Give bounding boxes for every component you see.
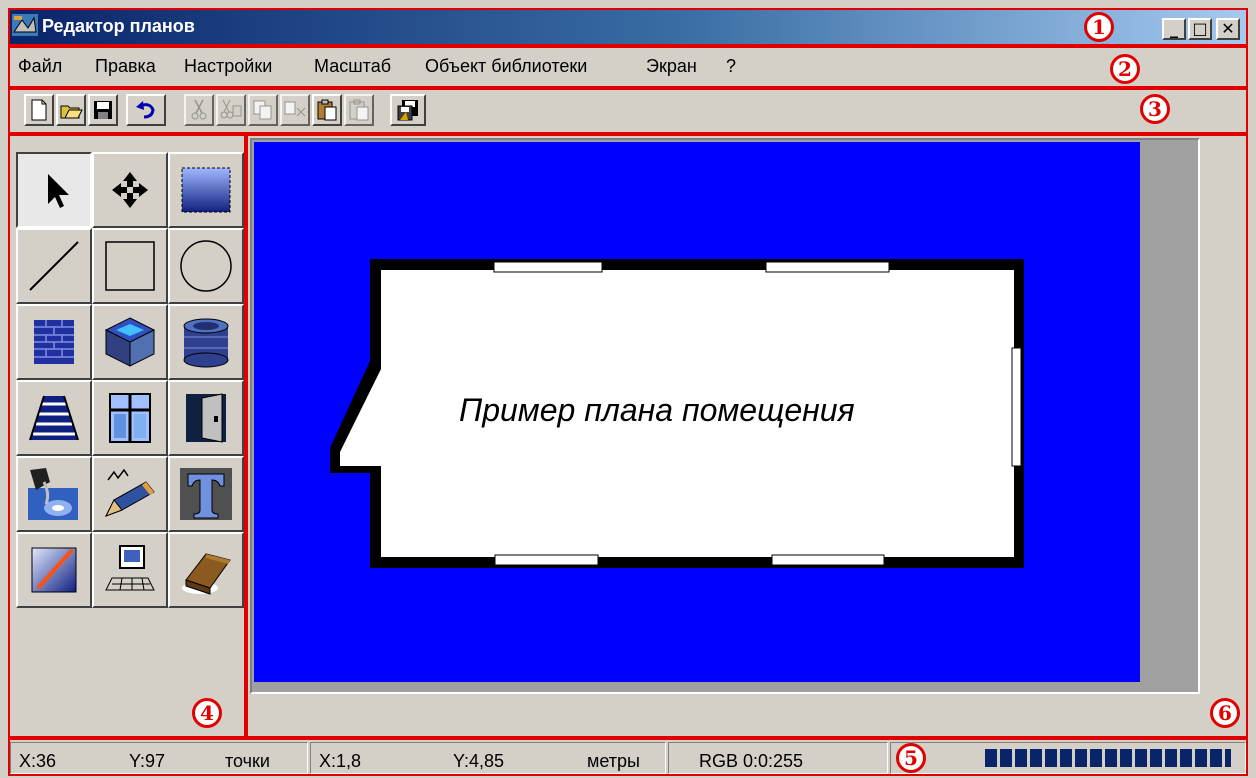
move-arrows-icon — [112, 172, 148, 208]
fill-tool-button[interactable] — [168, 152, 244, 228]
pencil-tool-button[interactable] — [92, 456, 168, 532]
copy-special-button[interactable] — [280, 94, 310, 126]
select-arrow-icon — [48, 174, 69, 208]
rectangle-tool-button[interactable] — [92, 228, 168, 304]
color-gradient-icon — [31, 547, 77, 593]
open-button[interactable] — [56, 94, 86, 126]
wall-cylinder-icon — [183, 318, 229, 368]
annotation-marker-2: 2 — [1110, 54, 1140, 84]
paint-bucket-icon — [28, 468, 78, 520]
paste-button[interactable] — [312, 94, 342, 126]
brick-wall-icon — [34, 320, 74, 364]
toolbar — [8, 88, 1248, 132]
cut-special-icon — [220, 99, 242, 119]
line-tool-icon — [29, 241, 79, 291]
paste-special-icon — [349, 99, 369, 121]
wall-box-icon — [104, 317, 156, 367]
menu-settings[interactable]: Настройки — [184, 56, 272, 77]
annotation-marker-3: 3 — [1140, 94, 1170, 124]
text-tool-button[interactable] — [168, 456, 244, 532]
title-bar[interactable]: Редактор планов _ □ ✕ — [8, 8, 1248, 44]
cut-button[interactable] — [184, 94, 214, 126]
object-tool-button[interactable] — [92, 532, 168, 608]
computer-object-icon — [105, 545, 155, 591]
color-tool-button[interactable] — [16, 532, 92, 608]
maximize-icon: □ — [1192, 19, 1208, 38]
open-folder-icon — [60, 105, 83, 119]
status-meter-x: X:1,8 — [319, 751, 362, 771]
status-pixel-unit: точки — [225, 751, 270, 771]
minimize-button[interactable]: _ — [1162, 18, 1186, 40]
save-as-library-button[interactable] — [390, 94, 426, 126]
close-icon: ✕ — [1221, 19, 1235, 38]
annotation-marker-1: 1 — [1084, 12, 1114, 42]
wall-tool-button[interactable] — [16, 304, 92, 380]
minimize-icon: _ — [1170, 19, 1178, 38]
app-icon — [12, 14, 38, 36]
rectangle-tool-icon — [105, 241, 155, 291]
column-tool-button[interactable] — [92, 304, 168, 380]
door-tool-button[interactable] — [168, 380, 244, 456]
status-rgb: RGB 0:0:255 — [699, 751, 804, 771]
save-disk-icon — [94, 101, 112, 119]
menu-file[interactable]: Файл — [18, 56, 62, 77]
select-tool-button[interactable] — [16, 152, 92, 228]
tool-palette — [8, 134, 246, 738]
maximize-button[interactable]: □ — [1188, 18, 1212, 40]
round-column-tool-button[interactable] — [168, 304, 244, 380]
annotation-marker-6: 6 — [1210, 698, 1240, 728]
stairs-icon — [29, 395, 79, 441]
text-tool-icon — [180, 468, 232, 520]
pencil-icon — [104, 468, 155, 517]
status-bar: X:36 Y:97 точки X:1,8 Y:4,85 метры RGB 0… — [8, 740, 1248, 776]
paste-icon — [317, 99, 337, 121]
undo-button[interactable] — [126, 94, 166, 126]
copy-special-icon — [284, 101, 306, 117]
fill-gradient-icon — [181, 167, 231, 213]
drawing-canvas[interactable]: Пример плана помещения — [254, 142, 1140, 682]
cut-special-button[interactable] — [216, 94, 246, 126]
status-pixel-panel: X:36 Y:97 точки — [10, 742, 308, 774]
status-pixel-x: X:36 — [19, 751, 57, 771]
paste-special-button[interactable] — [344, 94, 374, 126]
door-icon — [186, 393, 226, 443]
menu-scale[interactable]: Масштаб — [314, 56, 391, 77]
status-meter-panel: X:1,8 Y:4,85 метры — [310, 742, 666, 774]
circle-tool-button[interactable] — [168, 228, 244, 304]
progress-fill — [985, 749, 1231, 767]
paint-tool-button[interactable] — [16, 456, 92, 532]
status-progress-panel — [890, 742, 1246, 774]
status-meter-y: Y:4,85 — [453, 751, 505, 771]
annotation-marker-5: 5 — [896, 743, 926, 773]
room-label: Пример плана помещения — [459, 392, 855, 428]
line-tool-button[interactable] — [16, 228, 92, 304]
new-document-button[interactable] — [24, 94, 54, 126]
save-button[interactable] — [88, 94, 118, 126]
status-pixel-y: Y:97 — [129, 751, 166, 771]
window-tool-button[interactable] — [92, 380, 168, 456]
menu-screen[interactable]: Экран — [646, 56, 697, 77]
window-title: Редактор планов — [42, 16, 195, 36]
status-meter-unit: метры — [587, 751, 640, 771]
save-as-library-icon — [397, 100, 418, 121]
new-document-icon — [31, 99, 47, 121]
copy-button[interactable] — [248, 94, 278, 126]
cut-icon — [191, 99, 207, 120]
status-color-panel: RGB 0:0:255 — [668, 742, 888, 774]
circle-tool-icon — [180, 240, 232, 292]
window-icon — [109, 393, 151, 443]
annotation-marker-4: 4 — [192, 698, 222, 728]
progress-bar — [985, 749, 1231, 767]
stairs-tool-button[interactable] — [16, 380, 92, 456]
copy-icon — [253, 100, 272, 120]
move-tool-button[interactable] — [92, 152, 168, 228]
eraser-tool-button[interactable] — [168, 532, 244, 608]
undo-icon — [136, 101, 155, 119]
eraser-icon — [182, 553, 231, 595]
menu-bar: Файл Правка Настройки Масштаб Объект биб… — [8, 46, 1248, 86]
menu-edit[interactable]: Правка — [95, 56, 156, 77]
menu-library-object[interactable]: Объект библиотеки — [425, 56, 587, 77]
menu-help[interactable]: ? — [726, 56, 736, 77]
close-button[interactable]: ✕ — [1216, 18, 1240, 40]
